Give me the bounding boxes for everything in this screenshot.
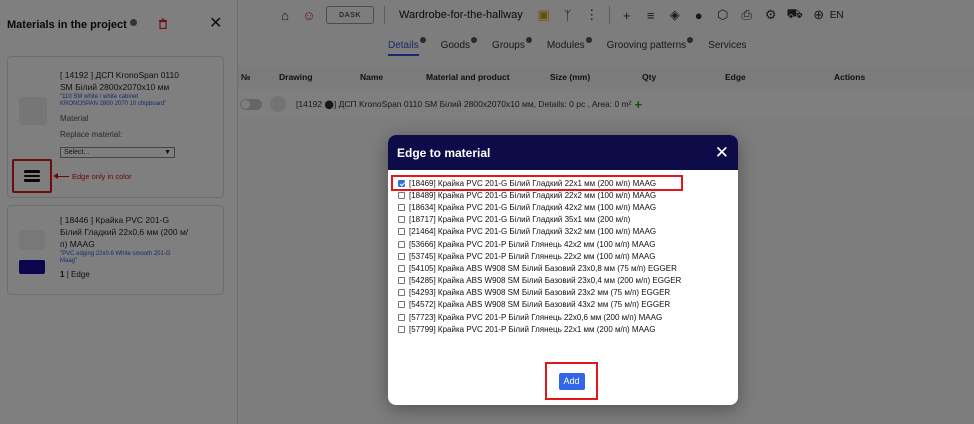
- checkbox[interactable]: [398, 252, 405, 260]
- edge-option[interactable]: [54572] Крайка ABS W908 SM Білий Базовий…: [388, 299, 738, 311]
- checkbox[interactable]: [398, 203, 405, 211]
- edge-option-label: [18634] Крайка PVC 201-G Білий Гладкий 4…: [409, 202, 657, 212]
- checkbox[interactable]: [398, 277, 405, 285]
- edge-option-label: [18489] Крайка PVC 201-G Білий Гладкий 2…: [409, 190, 657, 200]
- edge-option[interactable]: [18717] Крайка PVC 201-G Білий Гладкий 3…: [388, 214, 738, 226]
- edge-option[interactable]: [18489] Крайка PVC 201-G Білий Гладкий 2…: [388, 189, 738, 201]
- edge-option[interactable]: [18469] Крайка PVC 201-G Білий Гладкий 2…: [391, 174, 683, 192]
- edge-option-label: [53666] Крайка PVC 201-P Білий Глянець 4…: [409, 239, 656, 249]
- edge-option[interactable]: [53666] Крайка PVC 201-P Білий Глянець 4…: [388, 238, 738, 250]
- checkbox[interactable]: [398, 228, 405, 236]
- edge-to-material-dialog: Edge to material ✕ [18469] Крайка PVC 20…: [388, 135, 738, 405]
- checkbox[interactable]: [398, 240, 405, 248]
- checkbox[interactable]: [398, 325, 405, 333]
- edge-option[interactable]: [57799] Крайка PVC 201-P Білий Глянець 2…: [388, 323, 738, 335]
- edge-option[interactable]: [54285] Крайка ABS W908 SM Білий Базовий…: [388, 275, 738, 287]
- edge-option[interactable]: [18634] Крайка PVC 201-G Білий Гладкий 4…: [388, 201, 738, 213]
- close-icon[interactable]: ✕: [715, 144, 729, 161]
- edge-option-label: [21464] Крайка PVC 201-G Білий Гладкий 3…: [409, 227, 657, 237]
- checkbox[interactable]: [398, 191, 405, 199]
- checkbox[interactable]: [398, 179, 405, 187]
- edge-option[interactable]: [54105] Крайка ABS W908 SM Білий Базовий…: [388, 262, 738, 274]
- edge-option-label: [54105] Крайка ABS W908 SM Білий Базовий…: [409, 263, 677, 273]
- checkbox[interactable]: [398, 301, 405, 309]
- edge-option-label: [18469] Крайка PVC 201-G Білий Гладкий 2…: [409, 178, 657, 188]
- dialog-header: Edge to material ✕: [388, 135, 738, 170]
- edge-option-label: [18717] Крайка PVC 201-G Білий Гладкий 3…: [409, 215, 631, 225]
- edge-option[interactable]: [53745] Крайка PVC 201-P Білий Глянець 2…: [388, 250, 738, 262]
- add-button-highlight: Add: [545, 362, 598, 400]
- checkbox[interactable]: [398, 289, 405, 297]
- add-button[interactable]: Add: [558, 372, 585, 390]
- checkbox[interactable]: [398, 264, 405, 272]
- edge-option-label: [54572] Крайка ABS W908 SM Білий Базовий…: [409, 300, 671, 310]
- checkbox[interactable]: [398, 313, 405, 321]
- edge-option-label: [53745] Крайка PVC 201-P Білий Глянець 2…: [409, 251, 656, 261]
- edge-option-label: [57723] Крайка PVC 201-P Білий Глянець 2…: [409, 312, 663, 322]
- dialog-title: Edge to material: [397, 145, 491, 160]
- edge-option-label: [54285] Крайка ABS W908 SM Білий Базовий…: [409, 276, 682, 286]
- edge-option-label: [54293] Крайка ABS W908 SM Білий Базовий…: [409, 288, 671, 298]
- edge-option[interactable]: [57723] Крайка PVC 201-P Білий Глянець 2…: [388, 311, 738, 323]
- edge-options-list: [18469] Крайка PVC 201-G Білий Гладкий 2…: [388, 170, 738, 335]
- edge-option[interactable]: [21464] Крайка PVC 201-G Білий Гладкий 3…: [388, 226, 738, 238]
- checkbox[interactable]: [398, 216, 405, 224]
- edge-option-label: [57799] Крайка PVC 201-P Білий Глянець 2…: [409, 324, 656, 334]
- edge-option[interactable]: [54293] Крайка ABS W908 SM Білий Базовий…: [388, 287, 738, 299]
